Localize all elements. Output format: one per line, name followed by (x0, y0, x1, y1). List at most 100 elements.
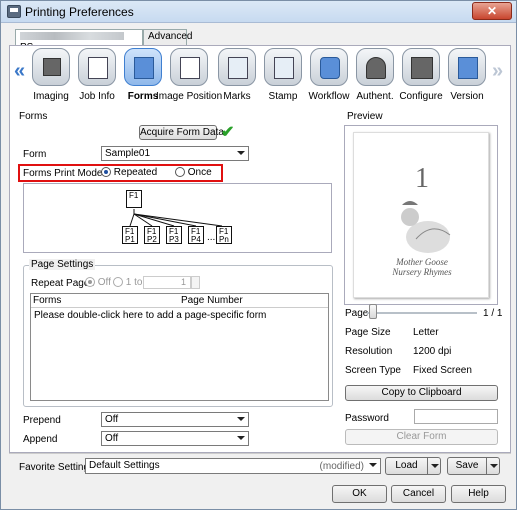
function-ribbon: « Imaging Job Info Forms Image Position … (10, 46, 510, 104)
scroll-right-icon[interactable]: » (492, 60, 503, 83)
printer-app-icon (7, 5, 21, 18)
obscured-printer-name (20, 32, 124, 41)
load-dropdown-icon[interactable] (427, 458, 441, 474)
repeat-off-label: Off (97, 277, 111, 288)
marks-icon (218, 48, 256, 86)
resolution-label: Resolution (345, 346, 393, 357)
chevron-down-icon (369, 463, 377, 467)
version-icon (448, 48, 486, 86)
chevron-down-icon (237, 151, 245, 155)
copy-to-clipboard-button[interactable]: Copy to Clipboard (345, 385, 498, 401)
resolution-value: 1200 dpi (413, 346, 452, 357)
forms-section-label: Forms (19, 111, 48, 122)
mother-goose-illustration (401, 201, 451, 253)
title-bar: Printing Preferences ✕ (1, 1, 516, 23)
close-button[interactable]: ✕ (472, 2, 512, 20)
diagram-page-1: F1 P1 (122, 226, 138, 244)
page-size-label: Page Size (345, 327, 391, 338)
scroll-left-icon[interactable]: « (14, 60, 25, 83)
tab-advanced[interactable]: Advanced (143, 29, 192, 45)
once-label: Once (187, 167, 212, 178)
list-hint[interactable]: Please double-click here to add a page-s… (31, 308, 328, 323)
once-radio[interactable] (175, 167, 185, 178)
prepend-label: Prepend (23, 415, 61, 426)
append-select[interactable]: Off (101, 431, 249, 446)
cancel-button[interactable]: Cancel (391, 485, 446, 503)
imaging-icon (32, 48, 70, 86)
load-button[interactable]: Load (386, 458, 427, 474)
diagram-page-4: F1 P4 (188, 226, 204, 244)
favorite-modified-status: (modified) (319, 461, 364, 472)
favorite-setting-select[interactable]: Default Settings (modified) (85, 458, 381, 474)
password-label: Password (345, 413, 389, 424)
prepend-select[interactable]: Off (101, 412, 249, 427)
repeat-off-radio[interactable] (85, 277, 95, 288)
form-select-value: Sample01 (105, 148, 151, 159)
ok-button[interactable]: OK (332, 485, 387, 503)
repeated-label: Repeated (113, 167, 158, 178)
forms-icon (124, 48, 162, 86)
prepend-select-value: Off (105, 414, 119, 425)
preview-section-label: Preview (347, 111, 383, 122)
repeated-option[interactable]: Repeated (101, 167, 157, 178)
favorite-setting-label: Favorite Setting (19, 462, 90, 473)
repeat-range-input[interactable]: 1 (143, 276, 191, 289)
printing-preferences-window: Printing Preferences ✕ PS Advanced « Ima… (0, 0, 517, 510)
preview-page-number: 1 (415, 163, 429, 194)
password-input[interactable] (414, 409, 498, 424)
load-split-button[interactable]: Load (385, 457, 441, 475)
screen-type-value: Fixed Screen (413, 365, 472, 376)
ribbon-version[interactable]: Version (444, 48, 490, 104)
append-label: Append (23, 434, 58, 445)
save-dropdown-icon[interactable] (486, 458, 500, 474)
screen-type-label: Screen Type (345, 365, 401, 376)
page-count: 1 / 1 (483, 308, 503, 319)
acquire-form-data-button[interactable]: Acquire Form Data (139, 125, 224, 140)
page-form-list[interactable]: Forms Page Number Please double-click he… (30, 293, 329, 401)
stamp-icon (264, 48, 302, 86)
authentication-icon (356, 48, 394, 86)
repeated-radio[interactable] (101, 167, 111, 178)
repeat-off-option[interactable]: Off (85, 277, 111, 288)
clear-form-button[interactable]: Clear Form (345, 429, 498, 445)
help-button[interactable]: Help (451, 485, 506, 503)
image-position-icon (170, 48, 208, 86)
page-size-value: Letter (413, 327, 439, 338)
save-button[interactable]: Save (448, 458, 486, 474)
divider (9, 453, 511, 454)
append-select-value: Off (105, 433, 119, 444)
diagram-page-2: F1 P2 (144, 226, 160, 244)
form-select[interactable]: Sample01 (101, 146, 249, 161)
preview-title-2: Nursery Rhymes (392, 267, 452, 277)
repeat-range-option[interactable]: 1 to (113, 277, 142, 288)
preview-page: 1 Mother Goose Nursery Rhymes (353, 132, 489, 298)
col-page-number: Page Number (181, 295, 243, 306)
range-spinner[interactable] (191, 276, 200, 289)
checkmark-icon: ✔ (221, 124, 235, 141)
chevron-down-icon (237, 417, 245, 421)
tab-ps[interactable]: PS (15, 29, 143, 53)
ribbon-version-label: Version (450, 91, 484, 102)
window-title: Printing Preferences (25, 5, 134, 19)
preview-pane: 1 Mother Goose Nursery Rhymes (344, 125, 498, 305)
page-settings-label: Page Settings (29, 259, 96, 270)
save-split-button[interactable]: Save (447, 457, 500, 475)
configure-icon (402, 48, 440, 86)
col-forms: Forms (33, 295, 62, 306)
print-mode-diagram: F1 F1 P1 F1 P2 F1 P3 F1 P4 ... F1 Pn (23, 183, 332, 253)
form-label: Form (23, 149, 47, 160)
page-label: Page (345, 308, 369, 319)
diagram-page-n: F1 Pn (216, 226, 232, 244)
page-slider-track[interactable] (367, 312, 477, 314)
diagram-ellipsis: ... (207, 232, 216, 243)
workflow-icon (310, 48, 348, 86)
once-option[interactable]: Once (175, 167, 212, 178)
repeat-range-prefix: 1 to (125, 277, 143, 288)
chevron-down-icon (237, 436, 245, 440)
job-info-icon (78, 48, 116, 86)
favorite-setting-value: Default Settings (89, 460, 160, 471)
diagram-page-3: F1 P3 (166, 226, 182, 244)
repeat-range-radio[interactable] (113, 277, 123, 288)
page-slider-thumb[interactable] (369, 304, 377, 319)
forms-print-mode-label: Forms Print Mode (23, 168, 103, 179)
